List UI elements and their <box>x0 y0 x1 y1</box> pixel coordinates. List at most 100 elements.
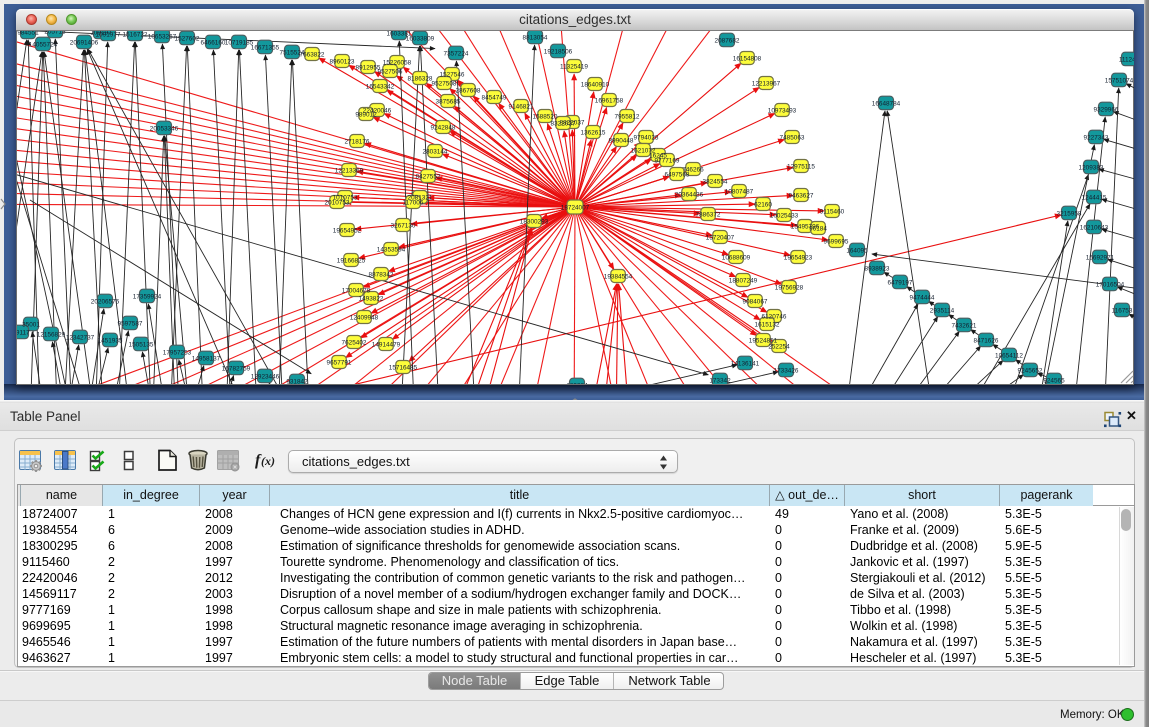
svg-text:3875685: 3875685 <box>436 98 461 105</box>
svg-text:8878342: 8878342 <box>369 271 394 278</box>
svg-text:19218506: 19218506 <box>544 48 573 55</box>
svg-text:17359924: 17359924 <box>133 293 162 300</box>
svg-text:9115460: 9115460 <box>820 208 845 215</box>
svg-text:9657791: 9657791 <box>327 359 352 366</box>
svg-text:3267130: 3267130 <box>391 222 416 229</box>
svg-text:1493822: 1493822 <box>359 295 384 302</box>
svg-text:9463627: 9463627 <box>789 192 814 199</box>
svg-text:8813054: 8813054 <box>523 34 548 41</box>
svg-text:173342: 173342 <box>709 377 731 384</box>
svg-text:3824554: 3824554 <box>703 178 728 185</box>
svg-text:116753: 116753 <box>1112 307 1133 314</box>
svg-text:10719185: 10719185 <box>225 39 254 46</box>
svg-text:9245652: 9245652 <box>1018 367 1043 374</box>
svg-text:9699695: 9699695 <box>824 238 849 245</box>
svg-text:9242848: 9242848 <box>431 124 456 131</box>
svg-text:14353594: 14353594 <box>377 246 406 253</box>
svg-text:117006: 117006 <box>403 199 424 206</box>
svg-text:10973493: 10973493 <box>768 107 797 114</box>
svg-text:9527508: 9527508 <box>432 80 457 87</box>
svg-text:12923446: 12923446 <box>251 373 280 380</box>
svg-text:15720407: 15720407 <box>706 234 735 241</box>
svg-text:7625402: 7625402 <box>342 339 367 346</box>
svg-text:17016504: 17016504 <box>1096 281 1125 288</box>
svg-text:7515524: 7515524 <box>280 49 305 56</box>
svg-text:11325419: 11325419 <box>560 63 588 70</box>
svg-text:35001: 35001 <box>22 321 40 328</box>
svg-text:9146821: 9146821 <box>509 103 534 110</box>
svg-text:1244415: 1244415 <box>1082 194 1107 201</box>
svg-text:12342737: 12342737 <box>66 334 95 341</box>
svg-text:62160: 62160 <box>754 201 772 208</box>
svg-text:17004678: 17004678 <box>342 287 371 294</box>
svg-text:19654952: 19654952 <box>333 227 362 234</box>
svg-text:12156829: 12156829 <box>37 331 66 338</box>
svg-text:1516722: 1516722 <box>123 31 148 38</box>
svg-text:7357224: 7357224 <box>444 50 469 57</box>
svg-text:1733426: 1733426 <box>774 367 799 374</box>
svg-text:8938923: 8938923 <box>865 265 890 272</box>
svg-text:19166825: 19166825 <box>337 257 366 264</box>
svg-text:9227343: 9227343 <box>1084 134 1109 141</box>
svg-text:18640910: 18640910 <box>581 81 610 88</box>
svg-text:20053346: 20053346 <box>150 125 179 132</box>
svg-text:924565: 924565 <box>1043 377 1065 384</box>
svg-text:1209383: 1209383 <box>1079 164 1104 171</box>
svg-text:16782759: 16782759 <box>222 365 251 372</box>
svg-text:12975115: 12975115 <box>787 163 815 170</box>
svg-text:7886372: 7886372 <box>696 211 721 218</box>
svg-text:8322037: 8322037 <box>551 120 576 127</box>
svg-text:16671355: 16671355 <box>251 44 280 51</box>
svg-text:16154808: 16154808 <box>733 55 762 62</box>
svg-text:12409948: 12409948 <box>350 314 379 321</box>
svg-text:20364436: 20364436 <box>675 191 704 198</box>
svg-text:1451935: 1451935 <box>98 337 123 344</box>
svg-text:12213967: 12213967 <box>752 80 781 87</box>
svg-text:10654112: 10654112 <box>995 352 1023 359</box>
svg-text:15716485: 15716485 <box>389 364 418 371</box>
svg-text:2935114: 2935114 <box>930 307 955 314</box>
svg-text:8186328: 8186328 <box>408 75 433 82</box>
svg-text:6479197: 6479197 <box>888 279 913 286</box>
svg-text:9527506: 9527506 <box>378 68 403 75</box>
svg-text:19654923: 19654923 <box>784 254 813 261</box>
svg-text:129234: 129234 <box>566 382 588 389</box>
svg-text:1091977: 1091977 <box>96 31 121 38</box>
svg-text:(x): (x) <box>261 454 275 468</box>
svg-text:7432621: 7432621 <box>952 322 977 329</box>
svg-text:10807487: 10807487 <box>725 188 754 195</box>
svg-text:14958137: 14958137 <box>192 355 221 362</box>
svg-text:8990448: 8990448 <box>609 137 634 144</box>
svg-text:9794028: 9794028 <box>634 134 659 141</box>
svg-text:10688609: 10688609 <box>722 254 751 261</box>
svg-text:8960123: 8960123 <box>330 58 355 65</box>
svg-text:7955812: 7955812 <box>615 113 640 120</box>
svg-text:9474444: 9474444 <box>910 294 935 301</box>
svg-text:2867608: 2867608 <box>456 87 481 94</box>
svg-text:18807249: 18807249 <box>729 277 758 284</box>
svg-text:9084067: 9084067 <box>743 298 768 305</box>
svg-text:16210643: 16210643 <box>1080 224 1109 231</box>
svg-text:19384554: 19384554 <box>604 273 633 280</box>
svg-text:19756928: 19756928 <box>775 284 804 291</box>
svg-text:16543342: 16543342 <box>366 83 395 90</box>
svg-text:39117: 39117 <box>12 329 30 336</box>
svg-text:1615132: 1615132 <box>755 321 780 328</box>
svg-text:15751074: 15751074 <box>1105 77 1134 84</box>
svg-text:16033809: 16033809 <box>406 35 435 42</box>
svg-text:15692971: 15692971 <box>1086 254 1115 261</box>
svg-text:16648784: 16648784 <box>872 100 901 107</box>
svg-text:3215958: 3215958 <box>1057 210 1082 217</box>
svg-text:14136141: 14136141 <box>731 360 760 367</box>
svg-text:111248: 111248 <box>1119 56 1140 63</box>
svg-text:18724007: 18724007 <box>561 204 590 211</box>
svg-text:14055724: 14055724 <box>29 41 58 48</box>
svg-text:6120746: 6120746 <box>762 313 787 320</box>
svg-text:8471626: 8471626 <box>974 337 999 344</box>
svg-text:1527602: 1527602 <box>175 35 200 42</box>
svg-text:20691406: 20691406 <box>70 39 99 46</box>
svg-text:2803144: 2803144 <box>423 148 448 155</box>
svg-text:20206576: 20206576 <box>91 298 120 305</box>
svg-text:1588520: 1588520 <box>533 113 558 120</box>
svg-text:2718176: 2718176 <box>345 138 370 145</box>
